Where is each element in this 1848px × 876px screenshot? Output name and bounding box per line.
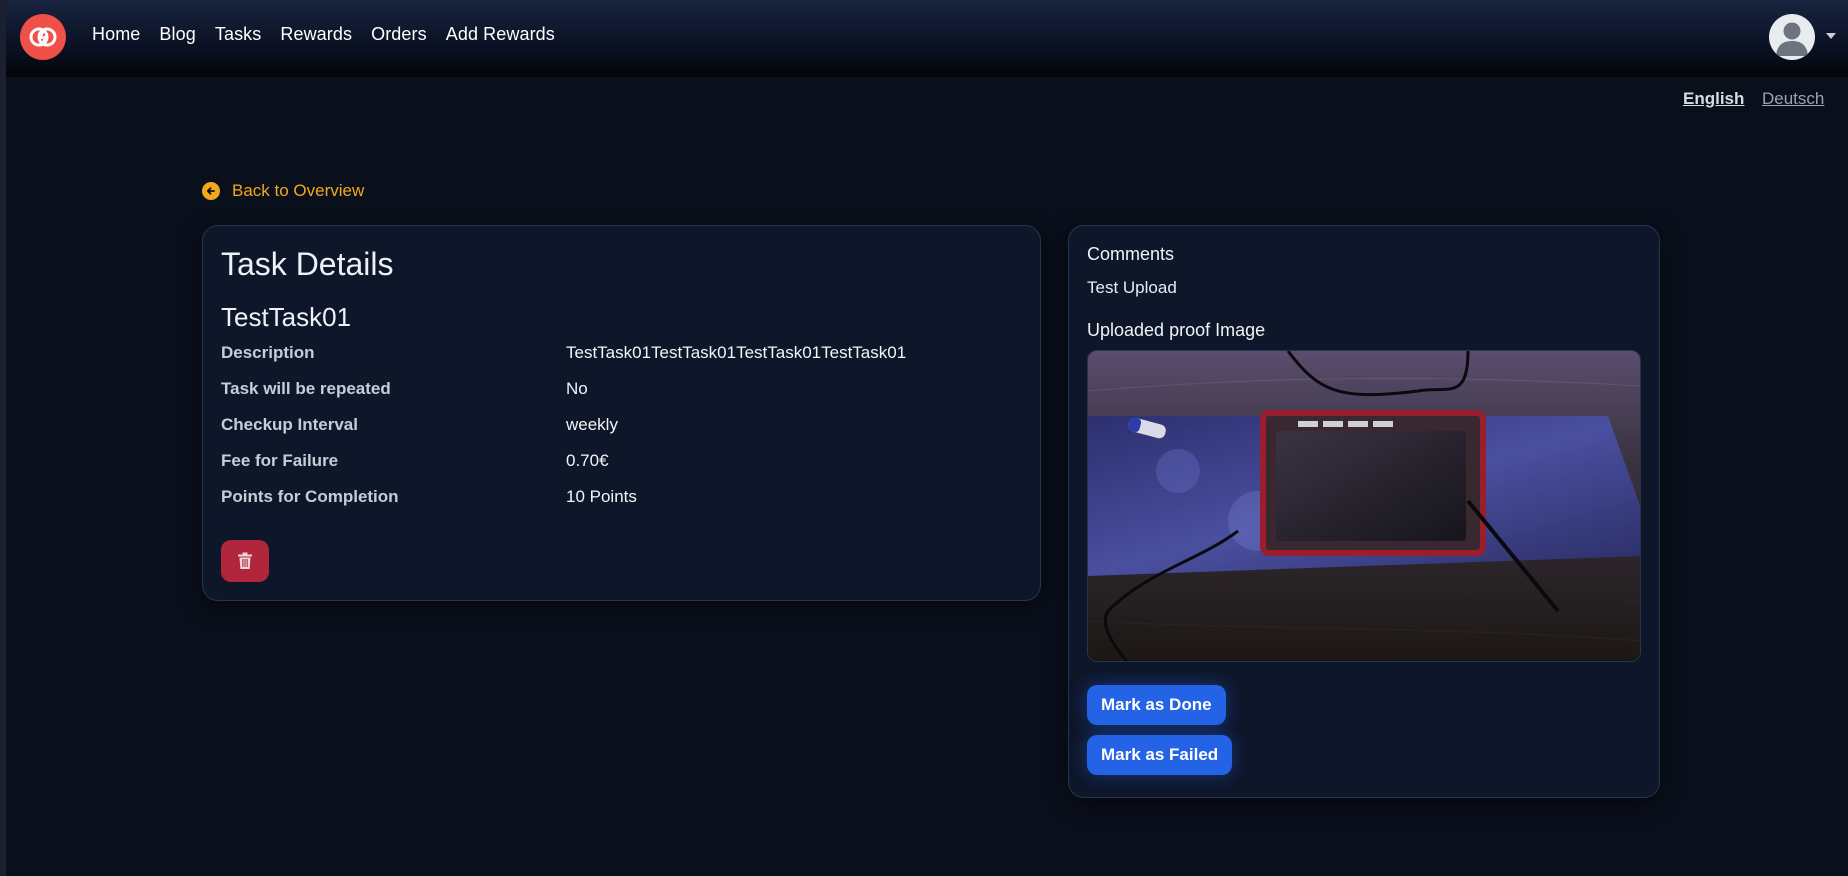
nav-blog[interactable]: Blog [159,24,195,45]
detail-label: Checkup Interval [221,415,358,434]
proof-photo [1088,351,1640,661]
arrow-left-circle-icon [202,182,220,200]
proof-image-heading: Uploaded proof Image [1087,320,1266,340]
detail-label: Fee for Failure [221,451,339,470]
review-card: Comments Test Upload Uploaded proof Imag… [1068,225,1660,798]
app-logo[interactable] [20,14,66,60]
mark-as-failed-button[interactable]: Mark as Failed [1087,735,1233,775]
nav-orders[interactable]: Orders [371,24,427,45]
detail-value: No [566,379,588,398]
language-deutsch[interactable]: Deutsch [1762,89,1824,109]
user-avatar[interactable] [1769,14,1815,60]
proof-image[interactable] [1087,350,1641,662]
detail-label: Task will be repeated [221,379,391,398]
detail-label: Description [221,343,315,362]
detail-label: Points for Completion [221,487,399,506]
detail-value: 0.70€ [566,451,609,470]
delete-task-button[interactable] [221,540,269,582]
back-link-label: Back to Overview [232,181,365,200]
task-name: TestTask01 [221,302,352,332]
comment-text: Test Upload [1087,278,1177,297]
back-to-overview-link[interactable]: Back to Overview [202,181,364,201]
comments-heading: Comments [1087,244,1175,264]
task-details-card: Task Details TestTask01 Description Test… [202,225,1041,601]
nav-home[interactable]: Home [92,24,140,45]
user-icon [1776,22,1808,56]
nav-rewards[interactable]: Rewards [280,24,352,45]
nav-add-rewards[interactable]: Add Rewards [446,24,555,45]
top-navbar: Home Blog Tasks Rewards Orders Add Rewar… [6,0,1848,77]
detail-value: weekly [566,415,618,434]
chevron-down-icon[interactable] [1826,33,1836,39]
nav-tasks[interactable]: Tasks [215,24,262,45]
language-english[interactable]: English [1683,89,1744,109]
page-title: Task Details [221,246,394,282]
detail-value: 10 Points [566,487,637,506]
window-edge [0,0,6,876]
detail-value: TestTask01TestTask01TestTask01TestTask01 [566,343,907,362]
main-nav: Home Blog Tasks Rewards Orders Add Rewar… [92,24,574,45]
mark-as-done-button[interactable]: Mark as Done [1087,685,1226,725]
trash-icon [238,552,252,569]
logo-icon [29,27,57,47]
